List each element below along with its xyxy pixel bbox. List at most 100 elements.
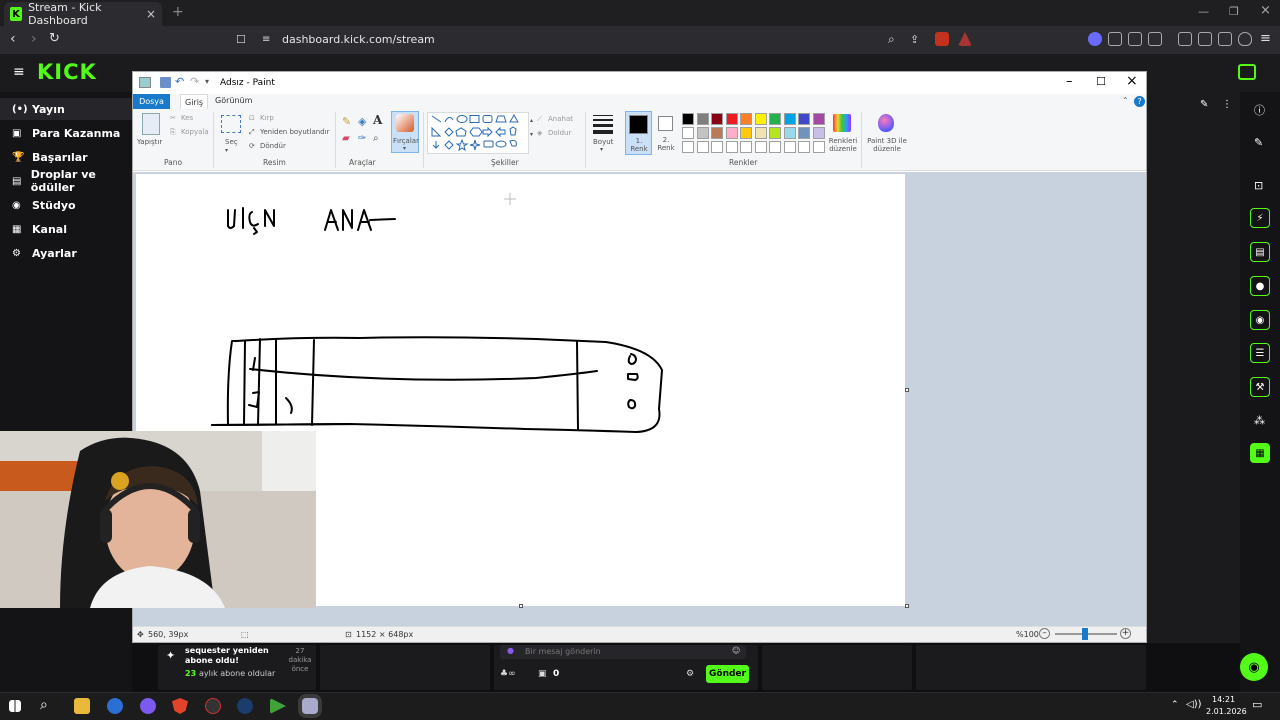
edit-colors-icon[interactable]	[833, 114, 851, 132]
screenshot-icon[interactable]: ⊡	[1254, 179, 1263, 192]
palette-swatch[interactable]	[783, 141, 796, 153]
select-button[interactable]: Seç	[225, 138, 238, 146]
paste-icon[interactable]	[142, 113, 160, 135]
zoom-slider-thumb[interactable]	[1082, 628, 1088, 640]
support-chat-button[interactable]: ◉	[1240, 653, 1268, 681]
sidebar-item-studyo[interactable]: ◉ Stüdyo	[0, 194, 132, 216]
chat-settings-icon[interactable]: ⚙	[686, 669, 694, 679]
paint-close-button[interactable]: ×	[1126, 73, 1138, 89]
notification-center-icon[interactable]: ▭	[1252, 698, 1262, 711]
tab-home[interactable]: Giriş	[180, 94, 209, 109]
site-settings-icon[interactable]: ≡	[262, 34, 270, 45]
edit-icon[interactable]: ✎	[1200, 99, 1208, 110]
sidebar-toggle-icon[interactable]	[1178, 32, 1192, 46]
sidebar-item-droplar[interactable]: ▤ Droplar ve ödüller	[0, 168, 132, 194]
palette-swatch[interactable]	[696, 141, 709, 153]
apps-icon[interactable]: ⁂	[1254, 414, 1265, 427]
hamburger-menu-icon[interactable]: ≡	[13, 64, 25, 80]
window-close-button[interactable]: ×	[1260, 3, 1271, 18]
palette-swatch[interactable]	[783, 113, 796, 125]
fill-button[interactable]: Doldur	[548, 129, 571, 137]
steam-icon[interactable]	[237, 698, 253, 714]
copy-button[interactable]: Kopyala	[181, 128, 209, 136]
palette-swatch[interactable]	[711, 141, 723, 153]
puzzle-icon[interactable]	[1128, 32, 1142, 46]
sidebar-item-kanal[interactable]: ▦ Kanal	[0, 218, 132, 240]
tab-file[interactable]: Dosya	[133, 94, 170, 109]
window-minimize-button[interactable]: —	[1198, 5, 1209, 18]
gift-icon[interactable]: ▣	[538, 669, 547, 679]
search-icon[interactable]: ⌕	[40, 697, 48, 713]
palette-swatch[interactable]	[711, 127, 723, 139]
help-icon[interactable]: ?	[1134, 96, 1145, 107]
canvas-resize-handle[interactable]	[519, 604, 523, 608]
palette-swatch[interactable]	[682, 113, 694, 125]
chat-input[interactable]: ● Bir mesaj gönderin ☺	[500, 645, 746, 659]
tab-view[interactable]: Görünüm	[215, 96, 252, 105]
palette-swatch[interactable]	[696, 127, 709, 139]
paint-minimize-button[interactable]: –	[1066, 74, 1073, 89]
palette-swatch[interactable]	[754, 141, 767, 153]
pencil-icon[interactable]: ✎	[1254, 136, 1263, 149]
quick-access-dropdown-icon[interactable]: ▾	[205, 77, 209, 86]
extension-icon[interactable]	[1088, 32, 1102, 46]
paste-button[interactable]: Yapıştır	[137, 138, 162, 146]
back-icon[interactable]: ‹	[10, 31, 16, 47]
palette-swatch[interactable]	[798, 113, 810, 125]
sidebar-item-yayin[interactable]: (•) Yayın	[0, 98, 132, 120]
color1-button[interactable]: 1. Renk	[625, 111, 652, 155]
palette-swatch[interactable]	[769, 127, 781, 139]
palette-swatch[interactable]	[696, 113, 709, 125]
resize-button[interactable]: Yeniden boyutlandır	[260, 128, 329, 136]
file-explorer-icon[interactable]	[74, 698, 90, 714]
emoji-icon[interactable]: ☺	[732, 646, 740, 655]
browser-tab[interactable]: K Stream - Kick Dashboard ×	[4, 1, 162, 27]
sidebar-item-basarilar[interactable]: 🏆 Başarılar	[0, 146, 132, 168]
palette-swatch[interactable]	[769, 113, 781, 125]
palette-swatch[interactable]	[725, 141, 738, 153]
sidebar-item-para-kazanma[interactable]: ▣ Para Kazanma	[0, 122, 132, 144]
palette-swatch[interactable]	[725, 113, 738, 125]
undo-icon[interactable]: ↶	[175, 75, 184, 88]
clapperboard-icon[interactable]: ▦	[1250, 443, 1270, 463]
palette-swatch[interactable]	[682, 127, 694, 139]
palette-swatch[interactable]	[812, 141, 825, 153]
paint3d-icon[interactable]	[878, 114, 894, 132]
info-icon[interactable]: ⓘ	[1254, 102, 1265, 118]
bookmark-icon[interactable]: ☐	[236, 33, 246, 46]
wrench-icon[interactable]: ⚒	[1250, 377, 1270, 397]
discord-icon[interactable]	[140, 698, 156, 714]
outline-button[interactable]: Anahat	[548, 115, 573, 123]
palette-swatch[interactable]	[711, 113, 723, 125]
volume-icon[interactable]: ◁))	[1186, 699, 1202, 710]
paint-taskbar-icon[interactable]	[302, 698, 318, 714]
size-dropdown-icon[interactable]: ▾	[600, 146, 603, 153]
palette-swatch[interactable]	[812, 127, 825, 139]
crop-button[interactable]: Kırp	[260, 114, 274, 122]
kick-logo[interactable]: KICK	[37, 60, 97, 84]
notes-icon[interactable]: ▤	[1250, 242, 1270, 262]
canvas-resize-handle[interactable]	[905, 604, 909, 608]
zoom-in-button[interactable]: +	[1120, 628, 1131, 639]
palette-swatch[interactable]	[783, 127, 796, 139]
select-icon[interactable]	[221, 115, 241, 133]
shapes-gallery[interactable]	[427, 112, 529, 154]
palette-swatch[interactable]	[798, 127, 810, 139]
brushes-button[interactable]: Fırçalar ▾	[391, 111, 419, 153]
wallet-icon[interactable]	[1198, 32, 1212, 46]
brave-shields-icon[interactable]	[935, 32, 949, 46]
windows-start-icon[interactable]	[9, 700, 21, 712]
save-icon[interactable]	[160, 77, 171, 88]
palette-swatch[interactable]	[798, 141, 810, 153]
pencil-icon[interactable]: ✎	[342, 115, 351, 128]
paint3d-button[interactable]: Paint 3D ile düzenle	[864, 137, 910, 153]
color2-button[interactable]: 2. Renk	[653, 111, 680, 155]
palette-swatch[interactable]	[754, 127, 767, 139]
palette-swatch[interactable]	[754, 113, 767, 125]
size-button[interactable]: Boyut	[593, 138, 613, 146]
more-options-icon[interactable]: ⋮	[1222, 99, 1232, 110]
edit-colors-button[interactable]: Renkleri düzenle	[828, 137, 858, 153]
eraser-icon[interactable]: ▰	[342, 133, 350, 144]
chat-icon[interactable]: ●	[1250, 276, 1270, 296]
forward-icon[interactable]: ›	[31, 31, 37, 47]
